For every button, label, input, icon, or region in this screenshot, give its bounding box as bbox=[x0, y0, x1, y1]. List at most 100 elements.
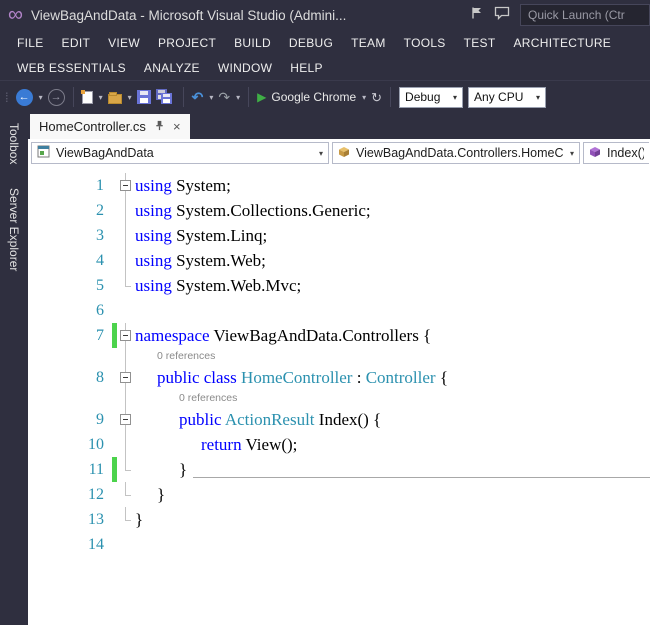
menu-item-project[interactable]: PROJECT bbox=[149, 36, 225, 50]
start-debugging-button[interactable]: ▶ Google Chrome ▾ bbox=[257, 90, 366, 104]
run-target-label: Google Chrome bbox=[271, 90, 357, 104]
tab-label: HomeController.cs bbox=[39, 119, 146, 134]
code-line: 6 bbox=[28, 298, 650, 323]
code-text: public ActionResult Index() { bbox=[135, 407, 381, 432]
toolbar-grip-handle[interactable]: ⁞ bbox=[5, 90, 9, 105]
menu-item-edit[interactable]: EDIT bbox=[53, 36, 100, 50]
code-text: using System; bbox=[135, 173, 231, 198]
menu-item-build[interactable]: BUILD bbox=[225, 36, 280, 50]
quick-launch-placeholder: Quick Launch (Ctr bbox=[528, 8, 625, 22]
line-number: 12 bbox=[88, 486, 104, 503]
menu-item-analyze[interactable]: ANALYZE bbox=[135, 61, 209, 75]
token-pl: ViewBagAndData.Controllers { bbox=[213, 326, 432, 345]
window-title: ViewBagAndData - Microsoft Visual Studio… bbox=[30, 7, 347, 23]
undo-dropdown-icon[interactable]: ▾ bbox=[209, 93, 213, 102]
tab-homecontroller-cs[interactable]: HomeController.cs × bbox=[30, 114, 190, 139]
platform-dropdown[interactable]: Any CPU ▾ bbox=[468, 86, 547, 108]
token-pl: : bbox=[352, 368, 366, 387]
vs-logo-icon: ∞ bbox=[8, 3, 23, 26]
code-line: 9 public ActionResult Index() { bbox=[28, 407, 650, 432]
new-file-icon[interactable] bbox=[80, 89, 93, 104]
outline-margin bbox=[117, 457, 135, 482]
code-line: 11} bbox=[28, 457, 650, 482]
menu-item-tools[interactable]: TOOLS bbox=[395, 36, 455, 50]
navigate-forward-button[interactable]: → bbox=[47, 88, 65, 106]
toolbar: ⁞ ← ▾ → ▾ ▾ ↶ ▾ ↷ ▾ ▶ Google Chrome ▾ ↻ … bbox=[0, 80, 650, 113]
chevron-down-icon: ▾ bbox=[453, 92, 458, 102]
line-number: 13 bbox=[88, 511, 104, 528]
configuration-dropdown[interactable]: Debug ▾ bbox=[399, 86, 464, 108]
navigate-back-button[interactable]: ← bbox=[15, 88, 33, 106]
token-kw: using bbox=[135, 226, 177, 245]
close-icon[interactable]: × bbox=[173, 120, 181, 133]
notifications-flag-icon[interactable] bbox=[470, 6, 484, 25]
pin-icon[interactable] bbox=[154, 119, 165, 134]
menu-item-view[interactable]: VIEW bbox=[99, 36, 149, 50]
run-target-dropdown-icon[interactable]: ▾ bbox=[362, 93, 366, 102]
code-editor-surface[interactable]: 1 using System; 2 using System.Collections.… bbox=[28, 173, 650, 557]
line-number: 6 bbox=[96, 302, 104, 319]
undo-button[interactable]: ↶ bbox=[192, 90, 204, 104]
feedback-bubble-icon[interactable] bbox=[494, 6, 510, 25]
code-line: 8 public class HomeController : Controlle… bbox=[28, 365, 650, 390]
outline-margin bbox=[117, 482, 135, 507]
project-dropdown[interactable]: ViewBagAndData ▾ bbox=[31, 142, 329, 164]
menu-item-file[interactable]: FILE bbox=[8, 36, 53, 50]
quick-launch-input[interactable]: Quick Launch (Ctr bbox=[520, 4, 650, 26]
token-pl: } bbox=[135, 510, 144, 529]
navigate-back-dropdown-icon[interactable]: ▾ bbox=[39, 93, 43, 102]
outline-margin bbox=[117, 348, 135, 365]
menu-item-web-essentials[interactable]: WEB ESSENTIALS bbox=[8, 61, 135, 75]
member-dropdown[interactable]: Index() bbox=[583, 142, 649, 164]
token-kw: using bbox=[135, 251, 177, 270]
code-line: 1 using System; bbox=[28, 173, 650, 198]
line-number: 9 bbox=[96, 411, 104, 428]
token-kw: using bbox=[135, 276, 177, 295]
token-pl: { bbox=[435, 368, 449, 387]
codelens-references-link[interactable]: 0 references bbox=[135, 390, 237, 407]
codelens-row: 0 references bbox=[28, 390, 650, 407]
code-editor[interactable]: 1 using System; 2 using System.Collections.… bbox=[28, 167, 650, 625]
open-file-icon[interactable] bbox=[107, 91, 122, 104]
sidebar-tab-server-explorer[interactable]: Server Explorer bbox=[7, 188, 21, 271]
menu-item-help[interactable]: HELP bbox=[281, 61, 332, 75]
menu-bar-row1: FILE EDIT VIEW PROJECT BUILD DEBUG TEAM TOOLS TE… bbox=[0, 30, 650, 56]
new-file-dropdown-icon[interactable]: ▾ bbox=[99, 93, 103, 102]
save-all-front-floppy bbox=[160, 92, 172, 104]
menu-item-debug[interactable]: DEBUG bbox=[280, 36, 342, 50]
code-line: 4 using System.Web; bbox=[28, 248, 650, 273]
line-number: 10 bbox=[88, 436, 104, 453]
menu-item-team[interactable]: TEAM bbox=[342, 36, 395, 50]
save-icon[interactable] bbox=[136, 90, 151, 104]
code-line: 2 using System.Collections.Generic; bbox=[28, 198, 650, 223]
open-file-dropdown-icon[interactable]: ▾ bbox=[128, 93, 132, 102]
docked-panel-tabs: Toolbox Server Explorer bbox=[0, 113, 28, 625]
outline-collapse-box[interactable] bbox=[117, 323, 135, 348]
menu-item-test[interactable]: TEST bbox=[455, 36, 505, 50]
save-all-icon[interactable] bbox=[155, 88, 175, 106]
code-line: 5 using System.Web.Mvc; bbox=[28, 273, 650, 298]
line-number: 2 bbox=[96, 202, 104, 219]
redo-dropdown-icon[interactable]: ▾ bbox=[236, 93, 240, 102]
project-icon bbox=[37, 145, 50, 161]
menu-item-architecture[interactable]: ARCHITECTURE bbox=[505, 36, 621, 50]
outline-collapse-box[interactable] bbox=[117, 173, 135, 198]
token-kw: return bbox=[201, 435, 246, 454]
token-pl: System.Collections.Generic; bbox=[176, 201, 371, 220]
toolbar-separator bbox=[182, 87, 184, 107]
outline-collapse-box[interactable] bbox=[117, 407, 135, 432]
code-text: using System.Web.Mvc; bbox=[135, 273, 301, 298]
outline-margin bbox=[117, 532, 135, 557]
outline-margin bbox=[117, 507, 135, 532]
redo-button[interactable]: ↷ bbox=[218, 90, 230, 104]
code-text: return View(); bbox=[135, 432, 297, 457]
editor-pane: HomeController.cs × ViewBagAndData ▾ Vie… bbox=[28, 113, 650, 625]
outline-collapse-box[interactable] bbox=[117, 365, 135, 390]
type-dropdown[interactable]: ViewBagAndData.Controllers.HomeC ▾ bbox=[332, 142, 580, 164]
token-kw: using bbox=[135, 201, 177, 220]
sidebar-tab-toolbox[interactable]: Toolbox bbox=[7, 123, 21, 164]
codelens-references-link[interactable]: 0 references bbox=[135, 348, 215, 365]
menu-item-window[interactable]: WINDOW bbox=[209, 61, 281, 75]
member-dropdown-value: Index() bbox=[607, 146, 644, 160]
refresh-browser-icon[interactable]: ↻ bbox=[371, 91, 382, 104]
